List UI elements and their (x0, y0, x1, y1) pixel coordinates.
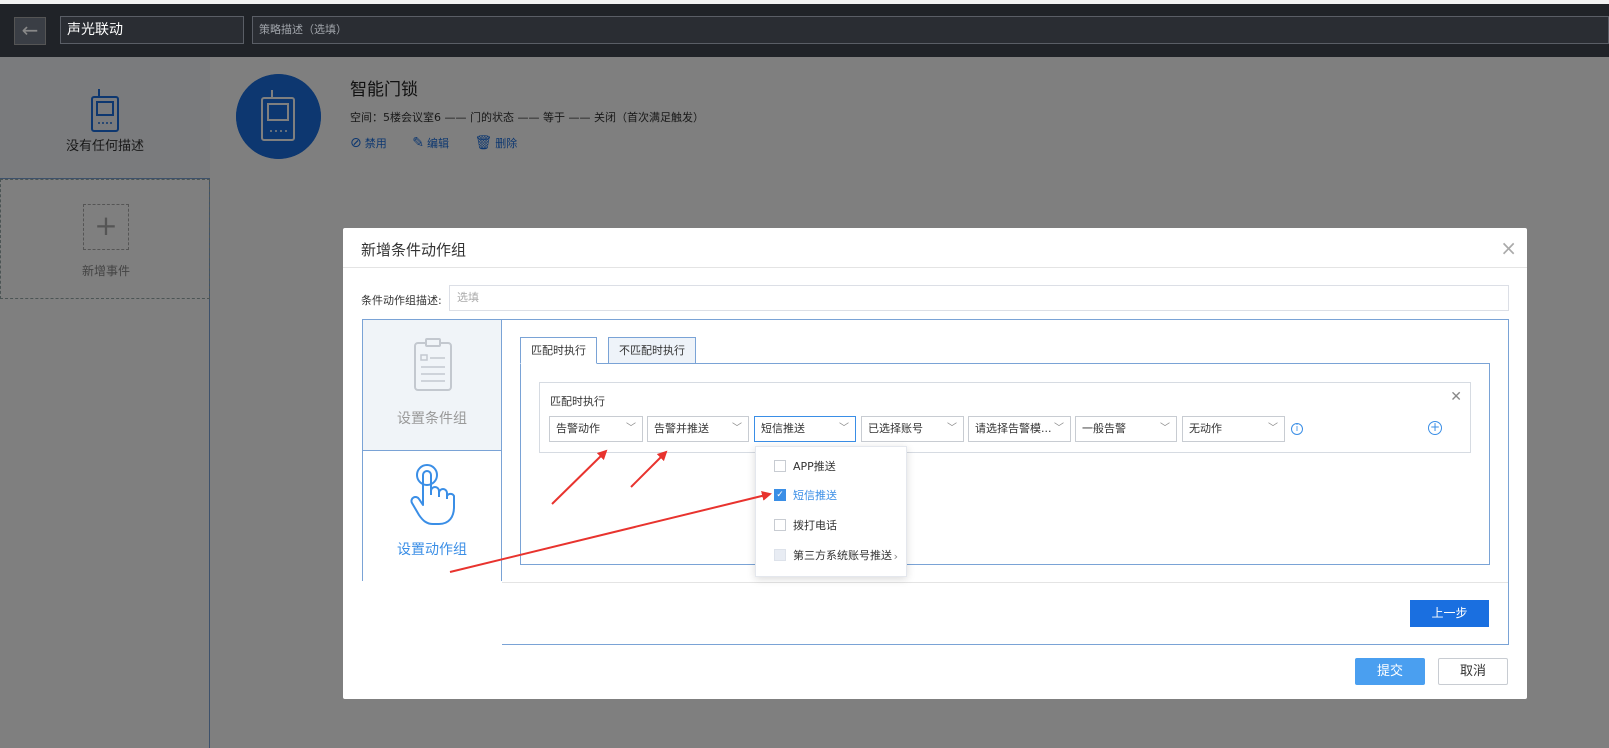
info-icon[interactable]: i (1291, 423, 1303, 435)
chevron-down-icon: ﹀ (947, 423, 957, 434)
step-set-conditions[interactable]: 设置条件组 (363, 320, 501, 451)
tab-match[interactable]: 匹配时执行 (520, 337, 597, 364)
step-nav: 设置条件组 设置动作组 (362, 319, 502, 581)
action-rule-row: 匹配时执行 ✕ 告警动作 ﹀ 告警并推送 ﹀ 短信推送 ﹀ 已选择账号 ﹀ 请选择告警模… (539, 382, 1471, 453)
chevron-down-icon: ﹀ (1160, 423, 1170, 434)
strategy-desc-input[interactable]: 策略描述（选填） (252, 16, 1609, 44)
select-alarm-push[interactable]: 告警并推送 ﹀ (647, 416, 749, 442)
action-content-panel: 匹配时执行 不匹配时执行 匹配时执行 ✕ 告警动作 ﹀ 告警并推送 ﹀ 短信推送 ﹀ … (502, 319, 1509, 645)
checkbox[interactable] (774, 519, 786, 531)
chevron-down-icon: ﹀ (1054, 423, 1064, 434)
option-sms-push[interactable]: ✓ 短信推送 (774, 487, 837, 505)
select-push-type[interactable]: 短信推送 ﹀ (754, 416, 856, 442)
action-group-modal: 新增条件动作组 × 条件动作组描述: 选填 设置条件组 设置动作组 匹配时执行 … (343, 228, 1527, 699)
arrow-left-icon: ← (21, 18, 39, 42)
chevron-right-icon: › (893, 550, 898, 563)
step-set-actions[interactable]: 设置动作组 (363, 451, 501, 581)
prev-step-button[interactable]: 上一步 (1410, 600, 1489, 627)
select-alarm-template[interactable]: 请选择告警模... ﹀ (968, 416, 1071, 442)
option-phone-call[interactable]: 拨打电话 (774, 517, 837, 535)
close-icon[interactable]: ✕ (1450, 389, 1462, 405)
strategy-name-input[interactable]: 声光联动 (60, 16, 244, 44)
add-circle-icon[interactable]: + (1428, 421, 1442, 435)
chevron-down-icon: ﹀ (626, 423, 636, 434)
top-bar: ← 声光联动 策略描述（选填） (0, 0, 1609, 57)
cancel-button[interactable]: 取消 (1438, 658, 1508, 685)
checkbox-checked[interactable]: ✓ (774, 489, 786, 501)
pointer-hand-icon (410, 464, 455, 525)
select-alarm-level[interactable]: 一般告警 ﹀ (1075, 416, 1177, 442)
tab-body: 匹配时执行 ✕ 告警动作 ﹀ 告警并推送 ﹀ 短信推送 ﹀ 已选择账号 ﹀ 请选择告警模… (520, 363, 1490, 565)
checkbox[interactable] (774, 549, 786, 561)
push-type-dropdown: APP推送 ✓ 短信推送 拨打电话 第三方系统账号推送 › (755, 446, 907, 577)
clipboard-icon (414, 338, 452, 391)
close-icon[interactable]: × (1500, 236, 1517, 260)
tab-not-match[interactable]: 不匹配时执行 (608, 337, 696, 364)
option-app-push[interactable]: APP推送 (774, 458, 836, 476)
modal-header: 新增条件动作组 × (343, 228, 1527, 268)
select-account[interactable]: 已选择账号 ﹀ (861, 416, 964, 442)
panel-divider (502, 582, 1508, 583)
back-button[interactable]: ← (14, 17, 46, 45)
group-desc-label: 条件动作组描述: (361, 294, 442, 307)
group-desc-input[interactable]: 选填 (449, 285, 1509, 311)
step-conditions-label: 设置条件组 (397, 411, 467, 427)
checkbox[interactable] (774, 460, 786, 472)
submit-button[interactable]: 提交 (1355, 658, 1425, 685)
modal-title: 新增条件动作组 (361, 241, 467, 259)
step-actions-label: 设置动作组 (397, 542, 467, 558)
chevron-down-icon: ﹀ (839, 423, 849, 434)
chevron-down-icon: ﹀ (1268, 423, 1278, 434)
chevron-down-icon: ﹀ (732, 423, 742, 434)
select-alarm-action[interactable]: 告警动作 ﹀ (549, 416, 643, 442)
option-third-party-push[interactable]: 第三方系统账号推送 (774, 547, 892, 565)
select-device-action[interactable]: 无动作 ﹀ (1182, 416, 1285, 442)
rule-title: 匹配时执行 (550, 395, 605, 408)
